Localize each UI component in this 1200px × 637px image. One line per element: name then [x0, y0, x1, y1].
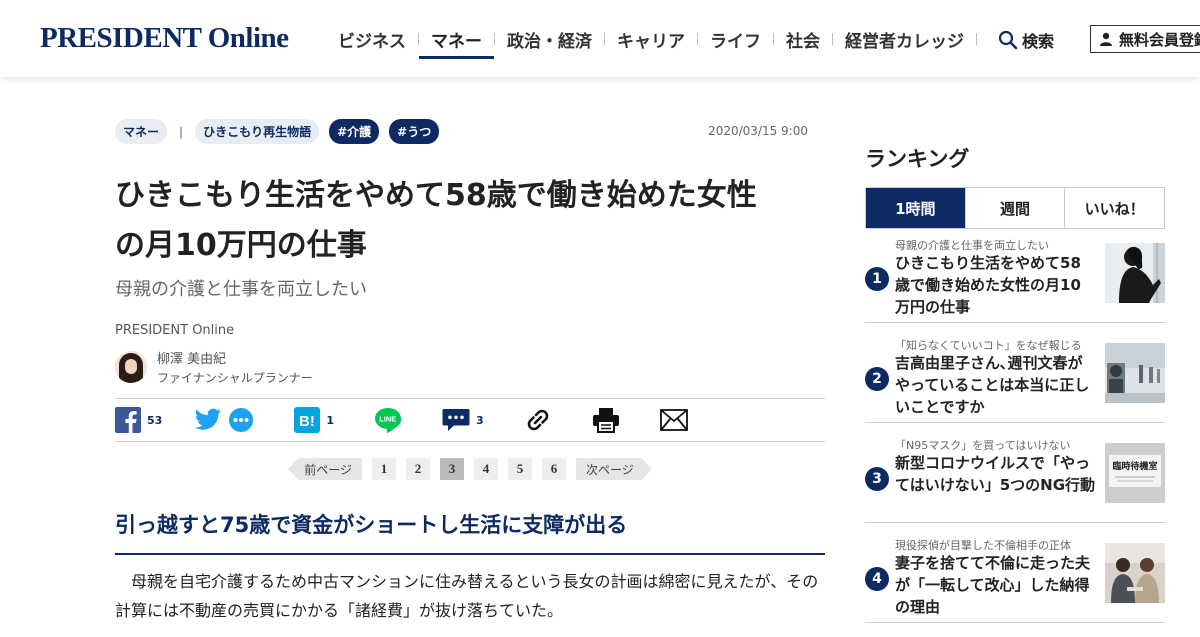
line-share-button[interactable]: LINE: [374, 407, 402, 433]
page-link-1[interactable]: 1: [372, 458, 396, 480]
rank-kicker: 現役探偵が目撃した不倫相手の正体: [895, 539, 1071, 552]
user-icon: [1100, 32, 1112, 46]
mail-icon: [659, 409, 688, 431]
rank-title[interactable]: 新型コロナウイルスで「やってはいけない」5つのNG行動: [895, 452, 1095, 496]
svg-text:LINE: LINE: [379, 415, 396, 424]
ranking-list: 1 母親の介護と仕事を両立したい ひきこもり生活をやめて58歳で働き始めた女性の…: [865, 237, 1165, 623]
ranking-sidebar: ランキング 1時間 週間 いいね！ 1 母親の介護と仕事を両立したい ひきこもり…: [865, 143, 1165, 637]
rank-title[interactable]: 妻子を捨てて不倫に走った夫が「一転して改心」した納得の理由: [895, 552, 1095, 618]
rank-thumbnail[interactable]: [1105, 343, 1165, 403]
page-link-5[interactable]: 5: [508, 458, 532, 480]
ranking-item[interactable]: 3 「N95マスク」を買ってはいけない 新型コロナウイルスで「やってはいけない」…: [865, 437, 1165, 523]
tag-divider: |: [179, 124, 184, 139]
pagination: 前ページ 1 2 3 4 5 6 次ページ: [115, 457, 825, 481]
rank-kicker: 母親の介護と仕事を両立したい: [895, 239, 1049, 252]
ranking-heading: ランキング: [865, 147, 970, 171]
couple-photo-icon: [1105, 543, 1165, 603]
copy-link-button[interactable]: [524, 406, 552, 434]
facebook-share-button[interactable]: 53: [115, 407, 162, 433]
svg-text:B!: B!: [299, 413, 315, 430]
street-photo-icon: [1105, 343, 1165, 403]
rank-kicker: 「知らなくていいコト」をなぜ報じる: [895, 339, 1082, 352]
rank-number: 4: [865, 567, 889, 591]
site-header: PRESIDENT Online ビジネス マネー 政治・経済 キャリア ライフ…: [0, 0, 1200, 77]
nav-item-executive-college[interactable]: 経営者カレッジ: [833, 27, 976, 52]
search-label: 検索: [1022, 32, 1055, 51]
ranking-tabs: 1時間 週間 いいね！: [865, 187, 1165, 229]
ranking-item[interactable]: 2 「知らなくていいコト」をなぜ報じる 吉高由里子さん､週刊文春がやっていること…: [865, 337, 1165, 423]
twitter-icon: [195, 408, 222, 430]
nav-divider: [976, 33, 977, 45]
article: マネー | ひきこもり再生物語 #介護 #うつ 2020/03/15 9:00 …: [115, 119, 825, 625]
tab-1-hour[interactable]: 1時間: [866, 188, 965, 228]
more-share-icon: [229, 408, 254, 432]
nav-item-politics-economy[interactable]: 政治・経済: [495, 27, 604, 52]
rank-thumbnail[interactable]: [1105, 243, 1165, 303]
hatena-bookmark-button[interactable]: B! 1: [294, 407, 334, 433]
sign-photo-text: 臨時待機室: [1112, 462, 1158, 472]
link-icon: [527, 409, 548, 431]
tab-likes[interactable]: いいね！: [1064, 188, 1164, 228]
article-title-line1: ひきこもり生活をやめて58歳で働き始めた女性: [115, 178, 757, 213]
prev-page-button[interactable]: 前ページ: [288, 458, 362, 480]
hatena-count: 1: [326, 413, 334, 427]
series-tag[interactable]: ひきこもり再生物語: [195, 119, 320, 144]
nav-item-business[interactable]: ビジネス: [326, 27, 418, 52]
hashtag-care[interactable]: #介護: [329, 119, 380, 144]
nav-item-society[interactable]: 社会: [774, 27, 832, 52]
page-link-4[interactable]: 4: [474, 458, 498, 480]
hashtag-depression[interactable]: #うつ: [389, 119, 440, 144]
section-heading: 引っ越すと75歳で資金がショートし生活に支障が出る: [115, 509, 825, 555]
silhouette-photo-icon: [1105, 243, 1165, 303]
rank-thumbnail[interactable]: 臨時待機室: [1105, 443, 1165, 503]
comment-icon: [442, 409, 470, 431]
author-title: ファイナンシャルプランナー: [157, 371, 313, 385]
author-avatar: [115, 351, 147, 383]
next-page-button[interactable]: 次ページ: [576, 458, 652, 480]
rank-title[interactable]: ひきこもり生活をやめて58歳で働き始めた女性の月10万円の仕事: [895, 252, 1095, 318]
author-block[interactable]: 柳澤 美由紀 ファイナンシャルプランナー: [115, 348, 825, 386]
article-title-line2: の月10万円の仕事: [115, 228, 367, 263]
rank-number: 1: [865, 267, 889, 291]
twitter-share-button[interactable]: [194, 407, 254, 433]
rank-number: 2: [865, 367, 889, 391]
facebook-icon: [115, 407, 141, 433]
search-button[interactable]: 検索: [998, 28, 1054, 52]
comments-button[interactable]: 3: [442, 408, 484, 432]
page-link-6[interactable]: 6: [542, 458, 566, 480]
rank-kicker: 「N95マスク」を買ってはいけない: [895, 439, 1071, 452]
ranking-item[interactable]: 1 母親の介護と仕事を両立したい ひきこもり生活をやめて58歳で働き始めた女性の…: [865, 237, 1165, 323]
sign-photo-icon: [1105, 443, 1165, 503]
article-title: ひきこもり生活をやめて58歳で働き始めた女性 の月10万円の仕事: [115, 171, 825, 271]
category-tag[interactable]: マネー: [115, 119, 168, 144]
register-label: 無料会員登録: [1119, 30, 1200, 49]
page-link-2[interactable]: 2: [406, 458, 430, 480]
print-button[interactable]: [592, 407, 620, 433]
print-icon: [592, 408, 619, 433]
hatena-bookmark-icon: B!: [294, 407, 321, 433]
page-link-3-current[interactable]: 3: [440, 458, 464, 480]
article-subtitle: 母親の介護と仕事を両立したい: [115, 279, 367, 300]
nav-item-career[interactable]: キャリア: [605, 27, 697, 52]
tab-weekly[interactable]: 週間: [964, 188, 1065, 228]
comment-count: 3: [475, 413, 484, 427]
line-icon: LINE: [374, 408, 401, 433]
rank-thumbnail[interactable]: [1105, 543, 1165, 603]
author-name[interactable]: 柳澤 美由紀: [157, 348, 313, 367]
facebook-count: 53: [147, 413, 163, 427]
main-nav: ビジネス マネー 政治・経済 キャリア ライフ 社会 経営者カレッジ: [326, 26, 977, 59]
publish-date: 2020/03/15 9:00: [708, 124, 808, 138]
rank-title[interactable]: 吉高由里子さん､週刊文春がやっていることは本当に正しいことですか: [895, 352, 1095, 418]
site-logo[interactable]: PRESIDENT Online: [40, 22, 289, 55]
article-source: PRESIDENT Online: [115, 323, 235, 338]
search-icon: [998, 30, 1018, 50]
rank-number: 3: [865, 467, 889, 491]
share-bar: 53 B! 1 LINE 3: [115, 398, 825, 442]
register-button[interactable]: 無料会員登録: [1090, 25, 1200, 53]
nav-item-money[interactable]: マネー: [419, 27, 494, 59]
ranking-item[interactable]: 4 現役探偵が目撃した不倫相手の正体 妻子を捨てて不倫に走った夫が「一転して改心…: [865, 537, 1165, 623]
nav-item-life[interactable]: ライフ: [698, 27, 773, 52]
email-share-button[interactable]: [659, 409, 688, 431]
article-body: 母親を自宅介護するため中古マンションに住み替えるという長女の計画は綿密に見えたが…: [115, 572, 819, 620]
